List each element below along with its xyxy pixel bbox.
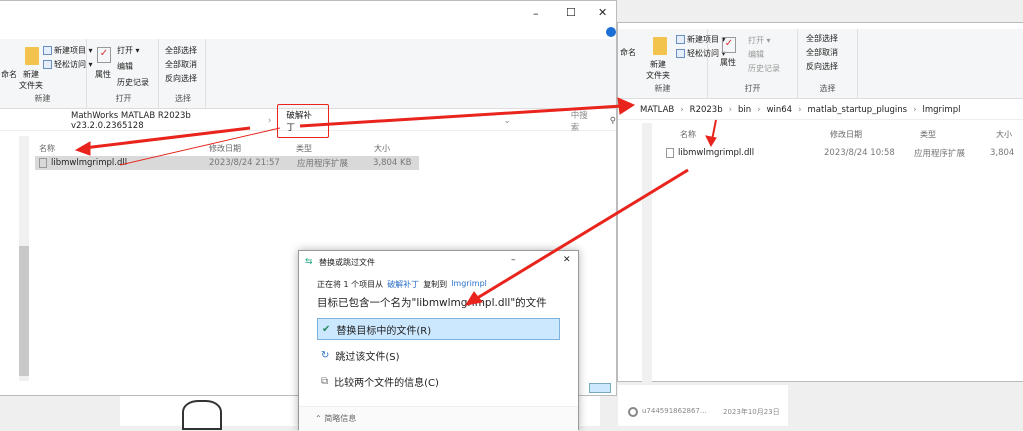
arrow-to-right-folder <box>299 104 623 128</box>
arrowhead <box>617 97 636 115</box>
arrow-to-dialog <box>473 168 689 302</box>
arrowhead <box>74 141 91 156</box>
annotation-arrows <box>74 97 717 306</box>
arrow-to-left-file <box>83 126 251 150</box>
arrowhead <box>705 135 717 148</box>
arrowhead <box>464 291 483 306</box>
